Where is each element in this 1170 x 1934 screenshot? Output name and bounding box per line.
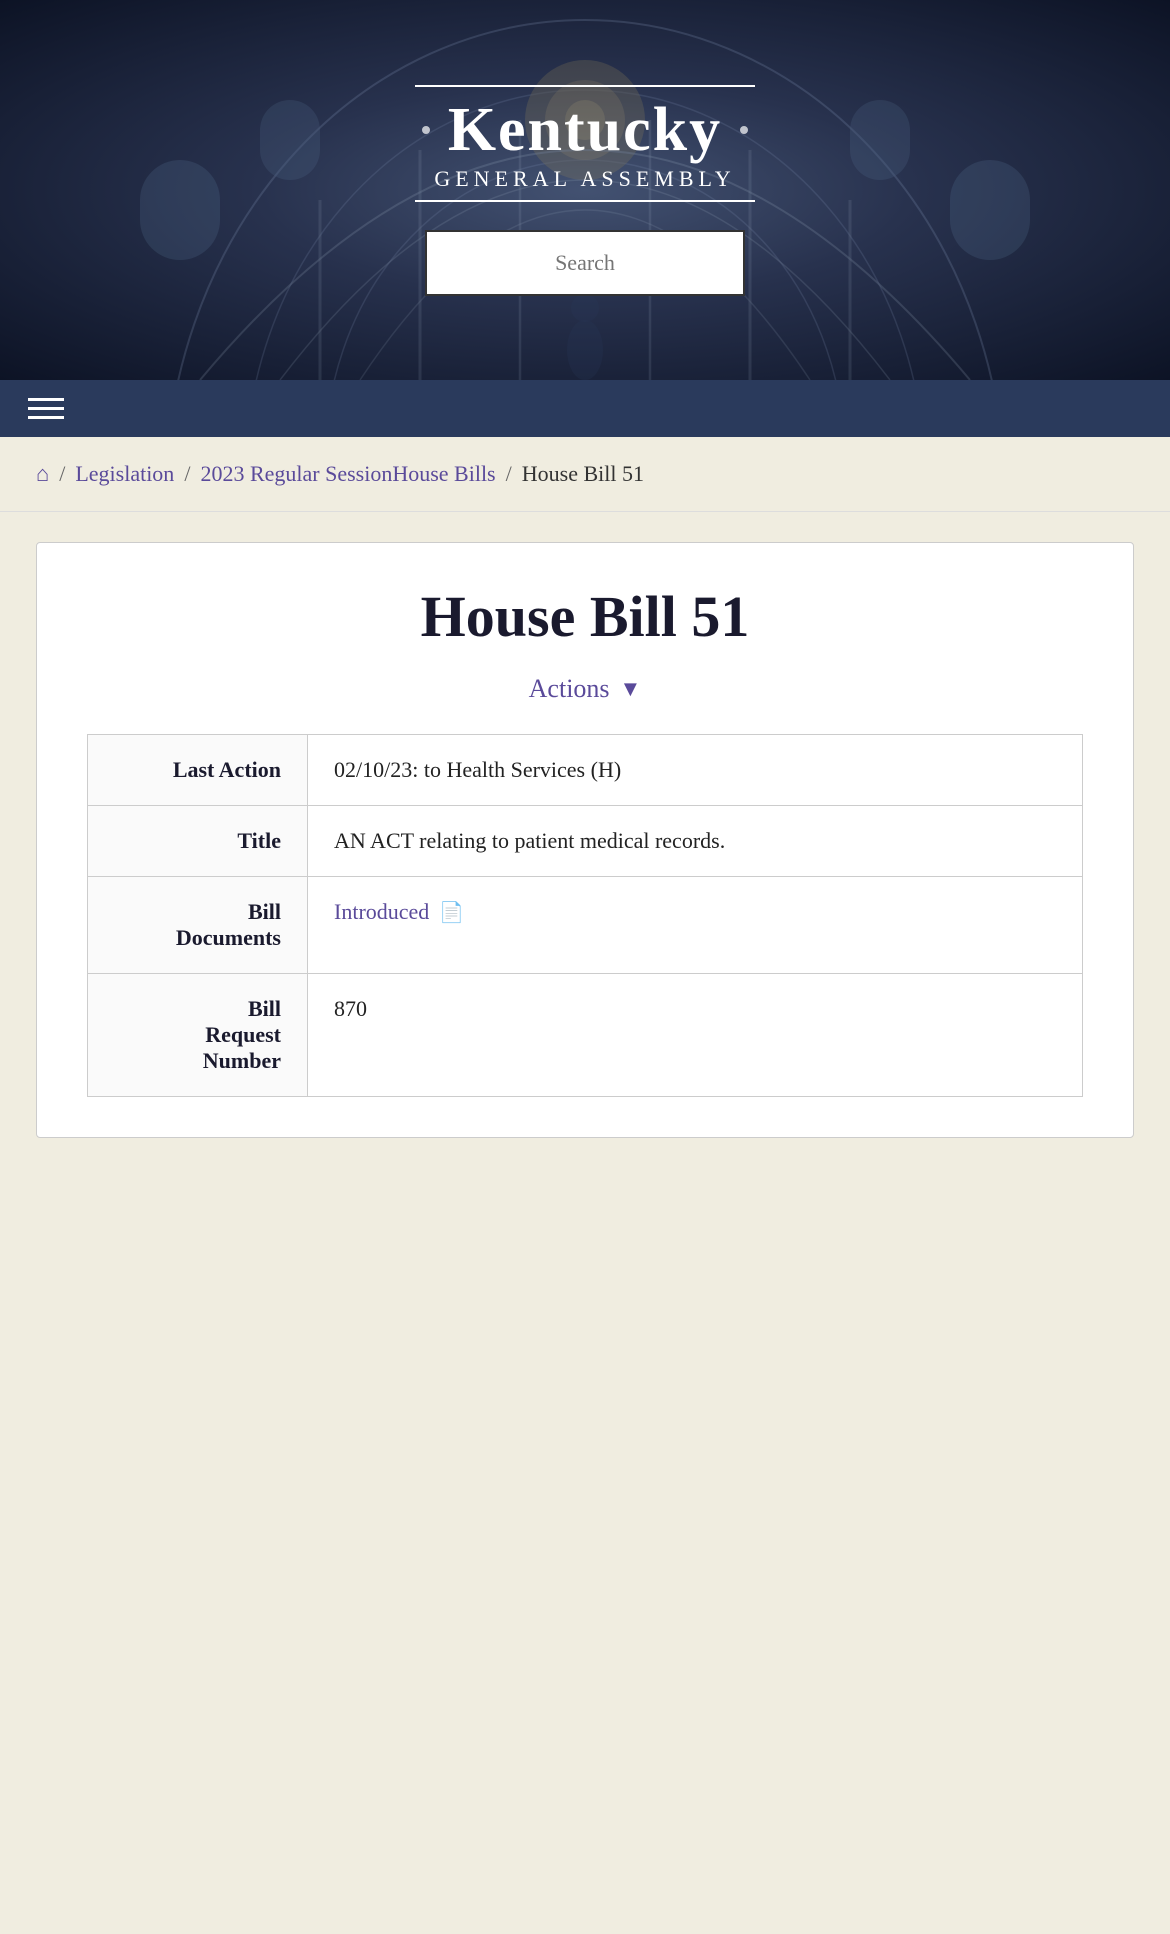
introduced-link[interactable]: Introduced 📄 bbox=[334, 899, 1056, 925]
introduced-label: Introduced bbox=[334, 899, 429, 925]
breadcrumb-legislation[interactable]: Legislation bbox=[75, 461, 174, 487]
table-row-bill-documents: BillDocuments Introduced 📄 bbox=[88, 877, 1083, 974]
actions-container: Actions ▼ bbox=[87, 674, 1083, 704]
label-last-action: Last Action bbox=[88, 735, 308, 806]
site-title: Kentucky bbox=[448, 95, 722, 166]
site-subtitle: General Assembly bbox=[434, 166, 735, 192]
search-input[interactable] bbox=[425, 230, 745, 296]
breadcrumb-sep-1: / bbox=[184, 461, 190, 487]
bill-title: House Bill 51 bbox=[87, 583, 1083, 650]
navbar bbox=[0, 380, 1170, 437]
breadcrumb-house-bills[interactable]: House Bills bbox=[392, 461, 495, 487]
label-bill-request: BillRequestNumber bbox=[88, 974, 308, 1097]
table-row-last-action: Last Action 02/10/23: to Health Services… bbox=[88, 735, 1083, 806]
value-last-action: 02/10/23: to Health Services (H) bbox=[308, 735, 1083, 806]
actions-button[interactable]: Actions ▼ bbox=[529, 674, 642, 704]
table-row-bill-request: BillRequestNumber 870 bbox=[88, 974, 1083, 1097]
actions-arrow-icon: ▼ bbox=[620, 676, 642, 702]
table-row-title: Title AN ACT relating to patient medical… bbox=[88, 806, 1083, 877]
logo-area: Kentucky General Assembly bbox=[415, 85, 755, 202]
breadcrumb: ⌂ / Legislation / 2023 Regular Session H… bbox=[0, 437, 1170, 512]
value-bill-documents: Introduced 📄 bbox=[308, 877, 1083, 974]
label-title: Title bbox=[88, 806, 308, 877]
logo-line-bottom bbox=[415, 200, 755, 202]
value-title: AN ACT relating to patient medical recor… bbox=[308, 806, 1083, 877]
hero-header: Kentucky General Assembly bbox=[0, 0, 1170, 380]
label-bill-documents: BillDocuments bbox=[88, 877, 308, 974]
logo-line-top bbox=[415, 85, 755, 87]
bill-details-table: Last Action 02/10/23: to Health Services… bbox=[87, 734, 1083, 1097]
hamburger-line-1 bbox=[28, 398, 64, 401]
hamburger-menu[interactable] bbox=[28, 398, 64, 419]
hamburger-line-2 bbox=[28, 407, 64, 410]
breadcrumb-home[interactable]: ⌂ bbox=[36, 461, 49, 487]
value-bill-request: 870 bbox=[308, 974, 1083, 1097]
breadcrumb-sep-0: / bbox=[59, 461, 65, 487]
pdf-icon: 📄 bbox=[439, 900, 464, 925]
breadcrumb-current: House Bill 51 bbox=[522, 461, 644, 487]
breadcrumb-session[interactable]: 2023 Regular Session bbox=[200, 461, 392, 487]
actions-label: Actions bbox=[529, 674, 610, 704]
main-content: House Bill 51 Actions ▼ Last Action 02/1… bbox=[36, 542, 1134, 1138]
logo-dot-right bbox=[740, 126, 748, 134]
logo-dot-left bbox=[422, 126, 430, 134]
hamburger-line-3 bbox=[28, 416, 64, 419]
hero-content: Kentucky General Assembly bbox=[415, 85, 755, 296]
logo-title: Kentucky bbox=[422, 95, 748, 166]
breadcrumb-sep-3: / bbox=[506, 461, 512, 487]
